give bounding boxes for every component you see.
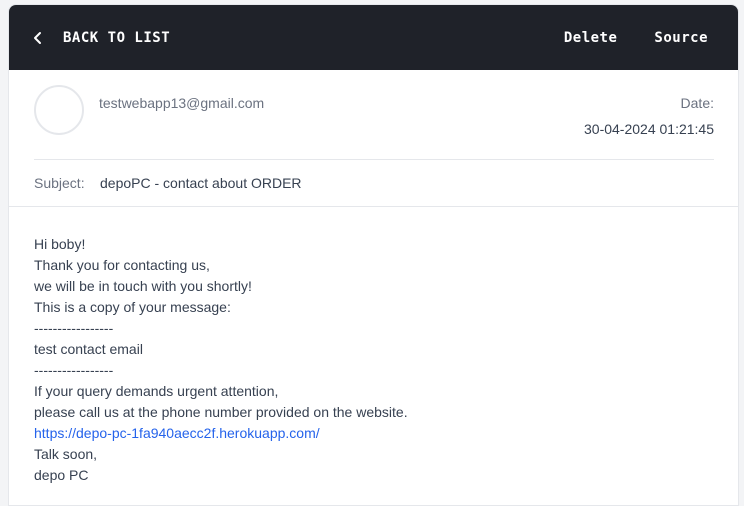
body-line: Talk soon, — [34, 446, 98, 462]
body-line: please call us at the phone number provi… — [34, 404, 408, 420]
back-to-list-label: BACK TO LIST — [63, 29, 171, 46]
subject-value: depoPC - contact about ORDER — [100, 175, 302, 191]
email-header: testwebapp13@gmail.com Date: 30-04-2024 … — [9, 70, 738, 207]
back-to-list-button[interactable]: BACK TO LIST — [33, 30, 170, 46]
date-label: Date: — [680, 95, 714, 111]
body-line: we will be in touch with you shortly! — [34, 278, 252, 294]
body-line: Thank you for contacting us, — [34, 257, 210, 273]
body-line: test contact email — [34, 341, 143, 357]
source-button[interactable]: Source — [654, 30, 708, 46]
website-link[interactable]: https://depo-pc-1fa940aecc2f.herokuapp.c… — [34, 423, 713, 444]
body-line: ----------------- — [34, 320, 114, 336]
avatar — [34, 85, 84, 135]
subject-label: Subject: — [34, 175, 85, 191]
date-value: 30-04-2024 01:21:45 — [584, 121, 714, 137]
divider — [34, 159, 714, 160]
email-view: BACK TO LIST Delete Source testwebapp13@… — [8, 4, 739, 506]
body-line: ----------------- — [34, 362, 114, 378]
chevron-left-icon — [34, 31, 41, 44]
toolbar: BACK TO LIST Delete Source — [9, 5, 738, 70]
delete-button[interactable]: Delete — [564, 30, 618, 46]
sender-email: testwebapp13@gmail.com — [99, 95, 265, 111]
body-line: depo PC — [34, 467, 89, 483]
body-line: If your query demands urgent attention, — [34, 383, 279, 399]
email-body: Hi boby! Thank you for contacting us, we… — [9, 207, 738, 486]
body-line: Hi boby! — [34, 236, 86, 252]
body-line: This is a copy of your message: — [34, 299, 231, 315]
